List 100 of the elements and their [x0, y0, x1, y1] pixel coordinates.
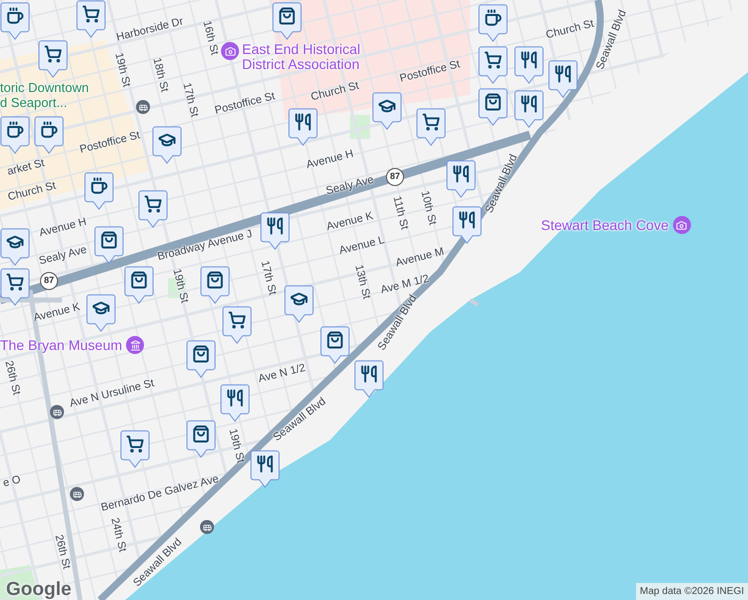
fork-knife-icon: [452, 165, 470, 183]
place-label[interactable]: East End Historical District Association: [242, 42, 376, 72]
map-marker[interactable]: [152, 126, 182, 164]
map-marker[interactable]: [272, 2, 302, 40]
map-marker[interactable]: [200, 266, 230, 304]
map-marker[interactable]: [478, 4, 508, 42]
shopping-cart-icon: [6, 273, 24, 291]
place-label[interactable]: The Bryan Museum: [0, 338, 122, 352]
street-label: 26th St: [2, 360, 22, 396]
shopping-bag-icon: [192, 425, 210, 443]
map-marker[interactable]: [186, 420, 216, 458]
street-label: 11th St: [390, 195, 410, 231]
map-marker[interactable]: [38, 40, 68, 78]
shopping-cart-icon: [144, 195, 162, 213]
map-marker[interactable]: [320, 326, 350, 364]
street-label: Ave N 1/2: [257, 362, 307, 386]
shopping-cart-icon: [228, 311, 246, 329]
street-label: Postoffice St: [398, 59, 462, 85]
street-label: 19th St: [226, 428, 246, 464]
cup-icon: [6, 121, 24, 139]
street-label: arket St: [6, 158, 46, 178]
map-marker[interactable]: [372, 92, 402, 130]
street-label: Avenue K: [32, 302, 82, 324]
shopping-cart-icon: [484, 51, 502, 69]
graduation-cap-icon: [290, 290, 308, 308]
map-marker[interactable]: [0, 116, 30, 154]
map-marker[interactable]: [478, 88, 508, 126]
street-label: Church St: [310, 80, 360, 104]
map-marker[interactable]: [514, 46, 544, 84]
shopping-bag-icon: [192, 345, 210, 363]
street-label: 19th St: [112, 52, 132, 88]
map-marker[interactable]: [84, 172, 114, 210]
fork-knife-icon: [360, 365, 378, 383]
fork-knife-icon: [554, 65, 572, 83]
map-marker[interactable]: [0, 228, 30, 266]
street-label: 10th St: [418, 190, 438, 226]
street-label: Broadway Avenue J: [156, 228, 254, 264]
map-marker[interactable]: [34, 116, 64, 154]
map-marker[interactable]: [76, 0, 106, 38]
map-marker[interactable]: [86, 294, 116, 332]
map-marker[interactable]: [138, 190, 168, 228]
street-label: Ave N Ursuline St: [68, 378, 156, 410]
street-label: Sealy Ave: [38, 244, 88, 268]
map-marker[interactable]: [220, 384, 250, 422]
map-marker[interactable]: [186, 340, 216, 378]
fork-knife-icon: [520, 51, 538, 69]
map-marker[interactable]: [446, 160, 476, 198]
map-marker[interactable]: [222, 306, 252, 344]
map-marker[interactable]: [416, 108, 446, 146]
graduation-cap-icon: [378, 97, 396, 115]
map-marker[interactable]: [120, 430, 150, 468]
fork-knife-icon: [266, 217, 284, 235]
street-label: Church St: [6, 180, 58, 204]
street-label: 18th St: [150, 56, 170, 94]
graduation-cap-icon: [158, 131, 176, 149]
street-label: 19th St: [170, 268, 190, 304]
map-marker[interactable]: [94, 226, 124, 264]
map-marker[interactable]: [260, 212, 290, 250]
cup-icon: [6, 7, 24, 25]
shopping-bag-icon: [326, 331, 344, 349]
cup-icon: [90, 177, 108, 195]
street-label: e O: [2, 474, 22, 490]
shopping-bag-icon: [278, 7, 296, 25]
map-marker[interactable]: [514, 90, 544, 128]
street-label: Sealy Ave: [325, 174, 375, 198]
street-label: Avenue K: [326, 210, 374, 234]
cup-icon: [484, 9, 502, 27]
street-label: 17th St: [258, 260, 278, 296]
map-logo: Google: [6, 578, 72, 600]
street-label: 17th St: [180, 82, 200, 118]
street-label: Avenue M: [394, 246, 446, 270]
street-label: Church St: [544, 18, 596, 42]
shopping-cart-icon: [126, 435, 144, 453]
street-label: Avenue H: [305, 148, 355, 172]
fork-knife-icon: [294, 113, 312, 131]
street-label: Postoffice St: [78, 130, 142, 156]
street-label: 26th St: [52, 534, 72, 570]
shopping-bag-icon: [100, 231, 118, 249]
map-marker[interactable]: [0, 268, 30, 306]
place-label[interactable]: toric Downtown d Seaport...: [0, 80, 95, 110]
fork-knife-icon: [256, 455, 274, 473]
map-marker[interactable]: [452, 206, 482, 244]
graduation-cap-icon: [92, 299, 110, 317]
map-marker[interactable]: [124, 266, 154, 304]
map-marker[interactable]: [354, 360, 384, 398]
shopping-bag-icon: [206, 271, 224, 289]
street-label: 24th St: [108, 516, 128, 554]
map-marker[interactable]: [0, 2, 30, 40]
map-marker[interactable]: [548, 60, 578, 98]
shopping-cart-icon: [44, 45, 62, 63]
map-marker[interactable]: [250, 450, 280, 488]
cup-icon: [40, 121, 58, 139]
fork-knife-icon: [520, 95, 538, 113]
graduation-cap-icon: [6, 233, 24, 251]
street-label: Avenue H: [38, 216, 88, 240]
map-marker[interactable]: [284, 285, 314, 323]
fork-knife-icon: [226, 389, 244, 407]
street-label: Bernardo De Galvez Ave: [100, 474, 220, 514]
map-marker[interactable]: [288, 108, 318, 146]
map-marker[interactable]: [478, 46, 508, 84]
